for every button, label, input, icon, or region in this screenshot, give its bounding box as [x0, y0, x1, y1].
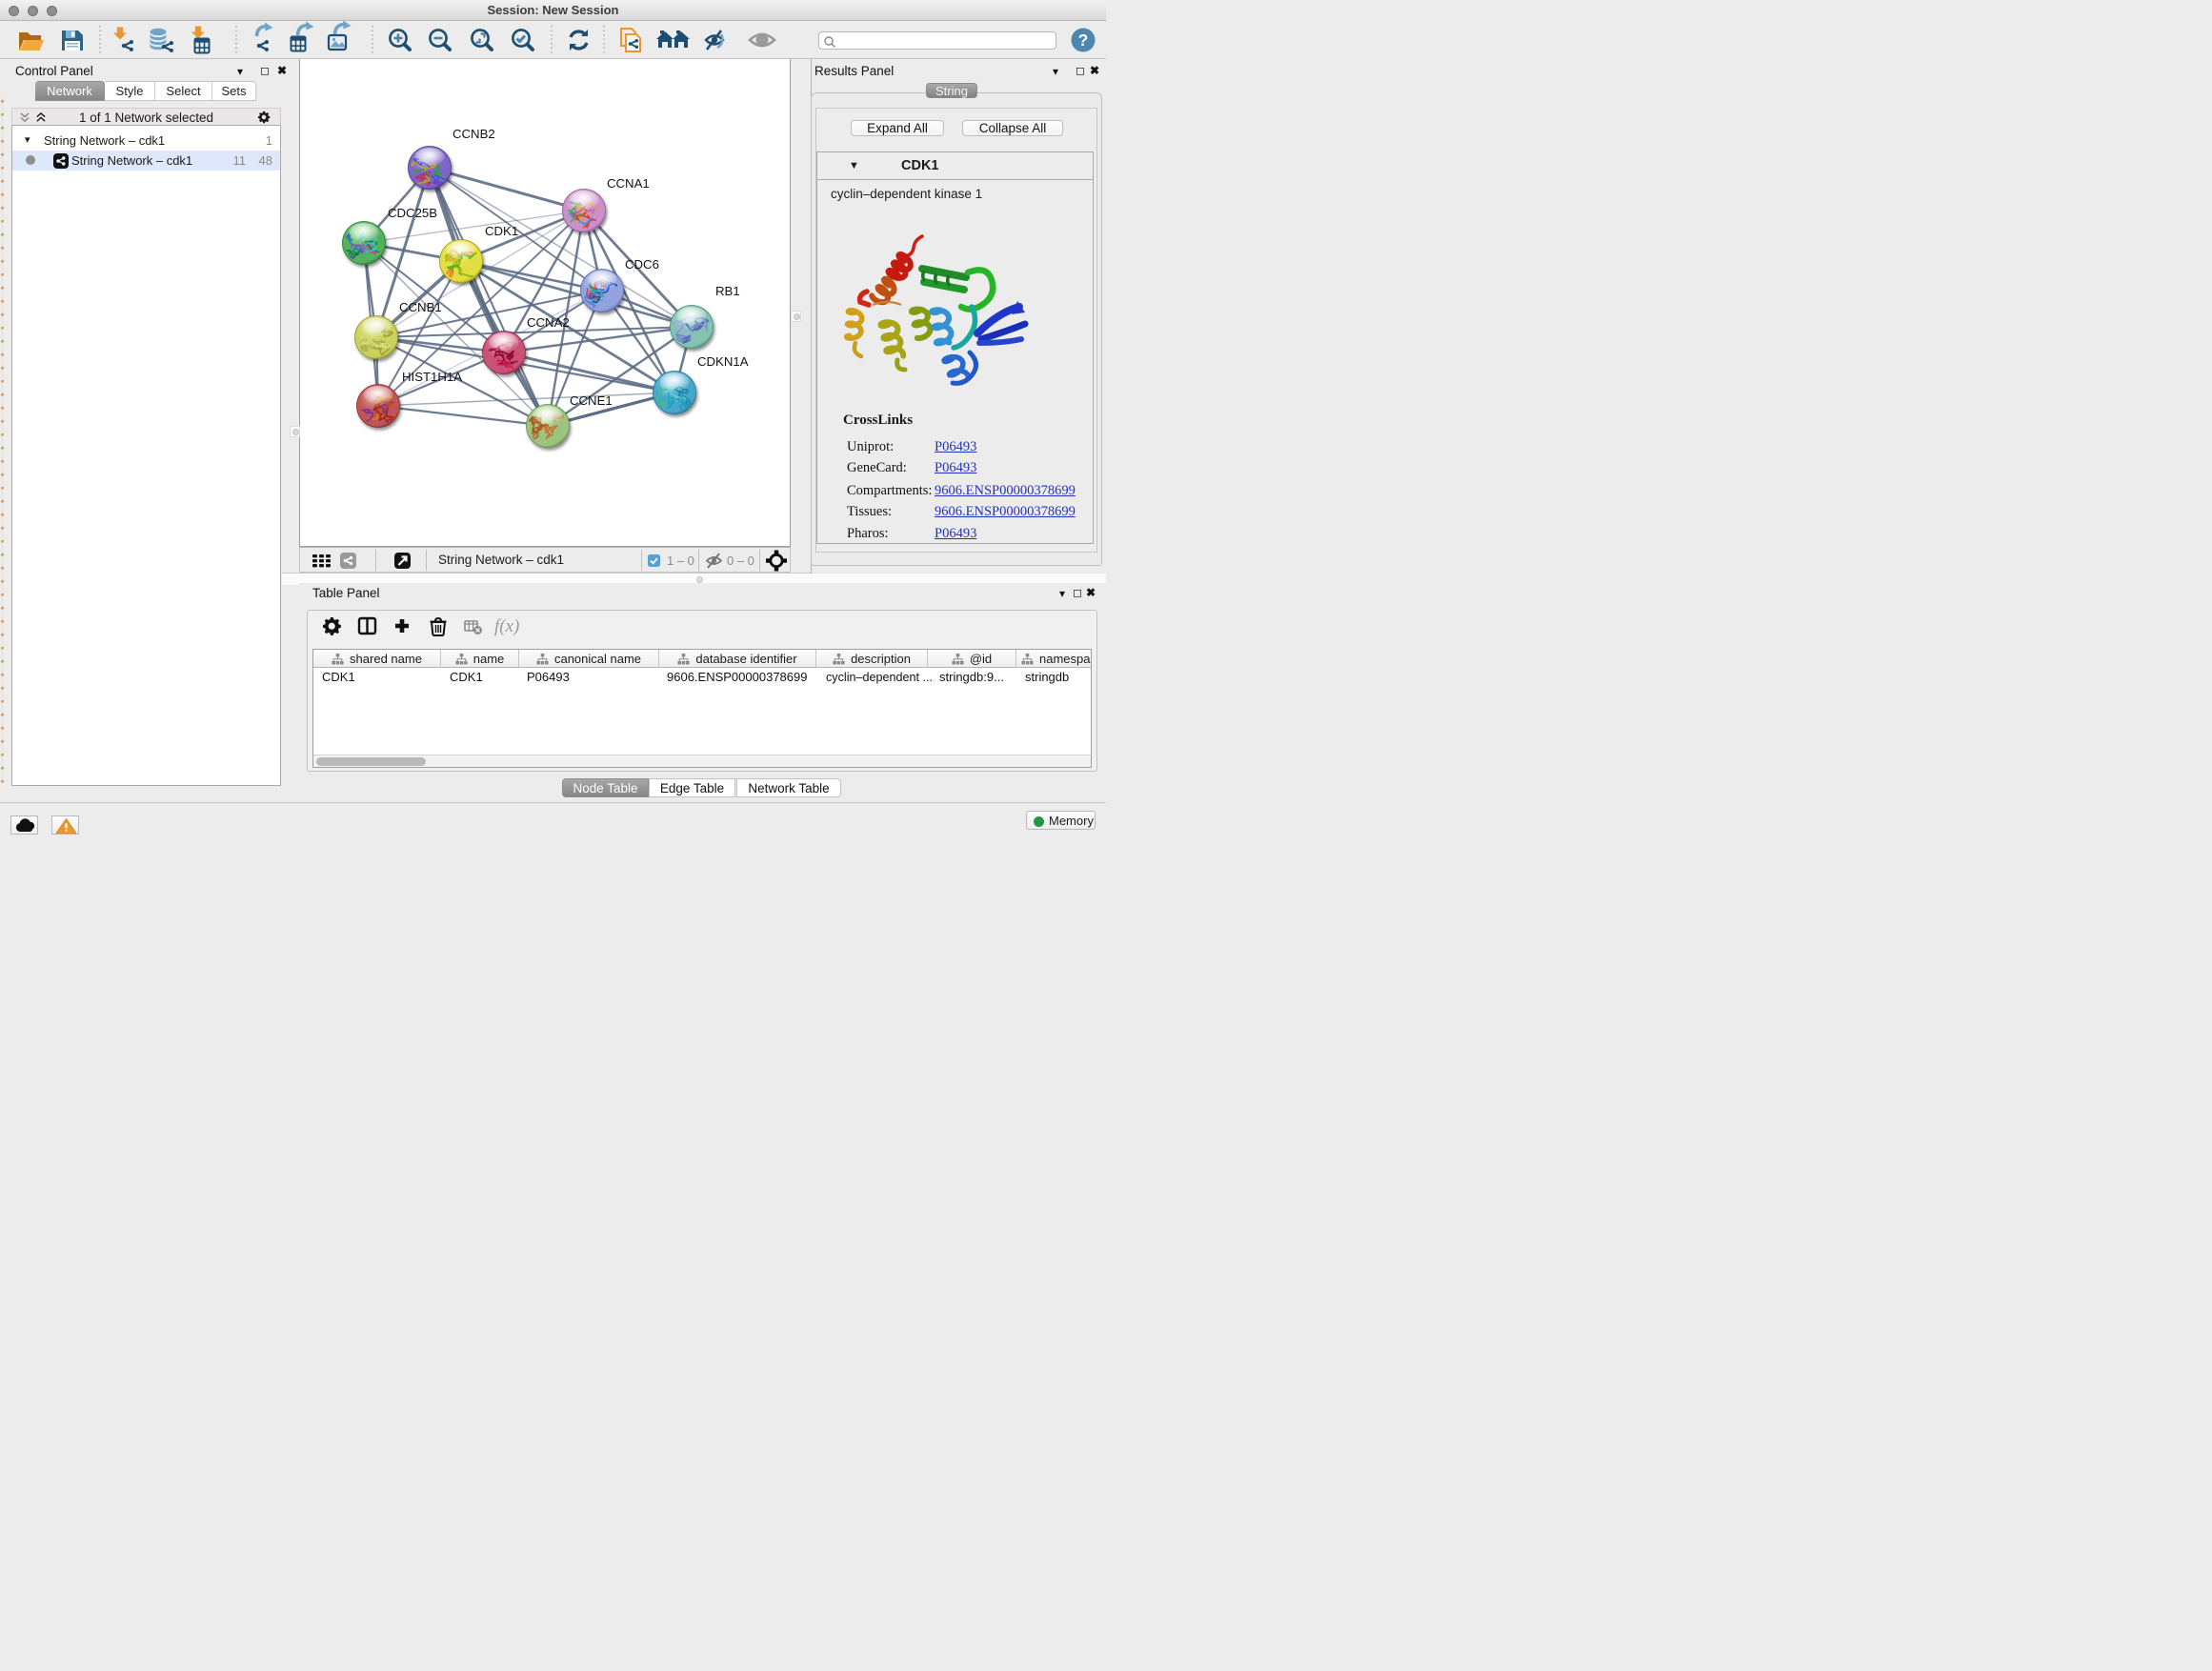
svg-text:CDC25B: CDC25B — [388, 206, 437, 220]
svg-text:0 – 0: 0 – 0 — [727, 554, 754, 568]
svg-text:CCNB2: CCNB2 — [452, 127, 495, 141]
svg-text:CDC6: CDC6 — [625, 257, 659, 272]
svg-text:CCNA1: CCNA1 — [607, 176, 650, 191]
svg-text:CDK1: CDK1 — [485, 224, 518, 238]
svg-text:CCNB1: CCNB1 — [399, 300, 442, 314]
svg-text:1 – 0: 1 – 0 — [667, 554, 694, 568]
svg-text:CDKN1A: CDKN1A — [697, 354, 749, 369]
svg-text:CCNE1: CCNE1 — [570, 393, 613, 408]
svg-text:HIST1H1A: HIST1H1A — [402, 370, 462, 384]
svg-text:f(x): f(x) — [494, 616, 519, 636]
svg-text:RB1: RB1 — [715, 284, 740, 298]
svg-text:CCNA2: CCNA2 — [527, 315, 570, 330]
svg-text:?: ? — [1078, 30, 1089, 50]
